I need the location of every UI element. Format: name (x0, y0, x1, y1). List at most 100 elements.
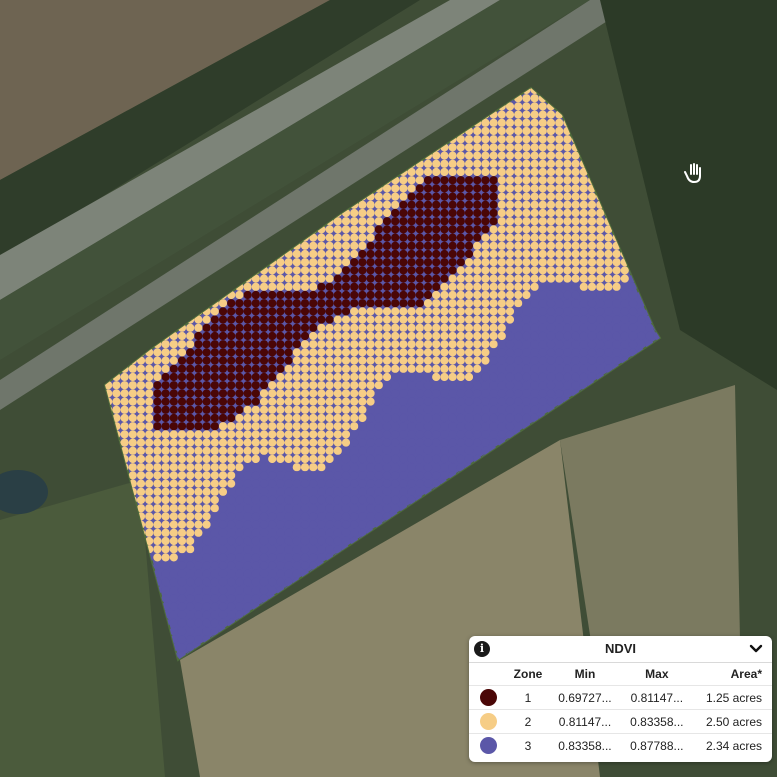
ndvi-dot (235, 463, 244, 472)
ndvi-dot (350, 323, 359, 332)
ndvi-dot (514, 176, 523, 185)
ndvi-dot (522, 176, 531, 185)
ndvi-dot (497, 413, 506, 423)
ndvi-dot (555, 135, 564, 144)
ndvi-dot (571, 241, 580, 250)
ndvi-dot (309, 446, 318, 455)
legend-row[interactable]: 2 0.81147... 0.83358... 2.50 acres (469, 709, 772, 734)
ndvi-dot (341, 233, 351, 242)
ndvi-dot (456, 192, 465, 201)
ndvi-dot (522, 266, 531, 275)
ndvi-dot (448, 364, 457, 373)
ndvi-dot (259, 454, 269, 464)
chevron-down-icon[interactable] (748, 640, 764, 656)
ndvi-dot (325, 307, 334, 316)
ndvi-dot (325, 422, 334, 431)
ndvi-dot (530, 126, 539, 136)
ndvi-dot (399, 315, 408, 324)
ndvi-dot (177, 553, 187, 562)
ndvi-dot (350, 405, 359, 414)
ndvi-dot (571, 340, 580, 349)
ndvi-dot (218, 299, 228, 308)
ndvi-dot (358, 430, 367, 439)
ndvi-dot (268, 405, 277, 414)
ndvi-dot (538, 266, 547, 275)
ndvi-dot (505, 151, 515, 160)
ndvi-dot (571, 266, 580, 275)
ndvi-dot (579, 290, 588, 300)
ndvi-dot (341, 479, 351, 488)
ndvi-dot (571, 274, 580, 283)
ndvi-dot (292, 340, 301, 349)
ndvi-dot (538, 274, 547, 283)
ndvi-dot (169, 430, 178, 439)
ndvi-dot (186, 348, 195, 357)
ndvi-dot (464, 159, 474, 168)
ndvi-dot (243, 512, 252, 521)
ndvi-dot (382, 364, 392, 373)
ndvi-dot (284, 504, 293, 513)
legend-row[interactable]: 1 0.69727... 0.81147... 1.25 acres (469, 685, 772, 710)
ndvi-dot (169, 504, 178, 513)
ndvi-dot (325, 282, 334, 291)
ndvi-dot (505, 389, 515, 398)
ndvi-dot (489, 241, 498, 250)
ndvi-dot (415, 422, 424, 431)
ndvi-dot (579, 364, 588, 373)
ndvi-dot (489, 299, 498, 308)
ndvi-dot (251, 479, 260, 488)
ndvi-dot (579, 233, 588, 242)
zone-min: 0.83358... (549, 733, 621, 757)
zone-max: 0.81147... (620, 685, 693, 710)
ndvi-dot (251, 504, 260, 513)
ndvi-dot (341, 290, 351, 300)
ndvi-dot (350, 274, 359, 283)
ndvi-dot (423, 364, 433, 373)
ndvi-dot (415, 471, 424, 480)
legend-row[interactable]: 3 0.83358... 0.87788... 2.34 acres (469, 733, 772, 757)
ndvi-dot (177, 348, 187, 357)
ndvi-dot (128, 463, 137, 472)
ndvi-dot (300, 463, 310, 472)
ndvi-dot (259, 348, 269, 357)
ndvi-dot (546, 167, 556, 177)
ndvi-dot (587, 315, 597, 324)
ndvi-dot (538, 258, 547, 267)
ndvi-dot (268, 569, 277, 578)
ndvi-dot (464, 241, 474, 250)
ndvi-dot (350, 364, 359, 373)
ndvi-dot (464, 249, 474, 259)
ndvi-dot (218, 389, 228, 398)
ndvi-dot (481, 299, 490, 308)
ndvi-dot (317, 241, 326, 250)
ndvi-dot (604, 274, 613, 283)
ndvi-dot (218, 340, 228, 349)
ndvi-dot (374, 266, 383, 275)
ndvi-dot (489, 192, 498, 201)
ndvi-dot (530, 364, 539, 373)
ndvi-dot (448, 208, 457, 218)
ndvi-dot (571, 315, 580, 324)
ndvi-dot (497, 225, 506, 234)
ndvi-dot (284, 356, 293, 365)
ndvi-dot (317, 381, 326, 390)
ndvi-dot (481, 258, 490, 267)
ndvi-dot (325, 454, 334, 464)
ndvi-dot (456, 307, 465, 316)
ndvi-dot (399, 454, 408, 464)
ndvi-dot (284, 463, 293, 472)
ndvi-dot (177, 504, 187, 513)
ndvi-dot (432, 471, 441, 480)
ndvi-dot (505, 233, 515, 242)
ndvi-dot (481, 241, 490, 250)
ndvi-dot (596, 241, 605, 250)
ndvi-dot (366, 364, 375, 373)
ndvi-dot (169, 479, 178, 488)
ndvi-dot (473, 217, 482, 226)
ndvi-dot (596, 356, 605, 365)
ndvi-dot (596, 307, 605, 316)
ndvi-dot (538, 356, 547, 365)
ndvi-dot (456, 348, 465, 357)
ndvi-dot (333, 266, 342, 275)
ndvi-dot (284, 397, 293, 406)
